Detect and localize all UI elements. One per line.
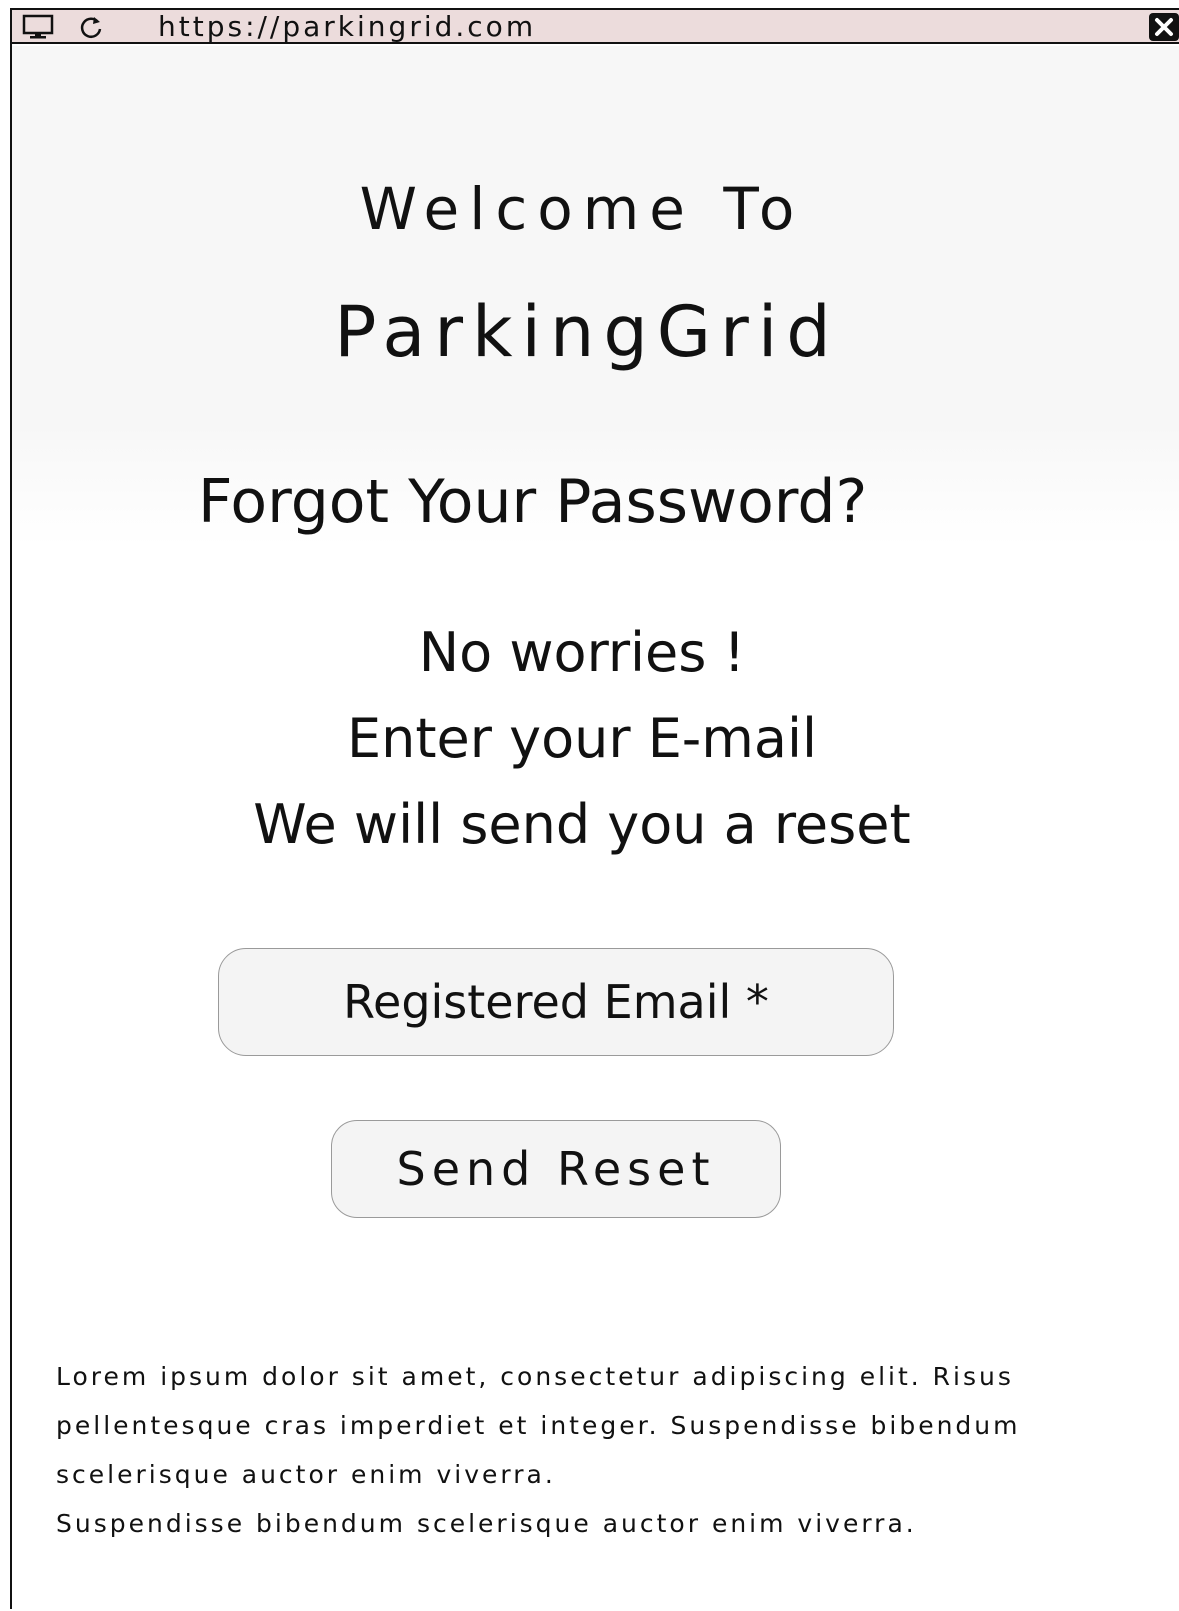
browser-window: https://parkingrid.com Welcome To Parkin… <box>10 8 1179 1611</box>
reload-icon[interactable] <box>76 14 110 40</box>
email-field[interactable] <box>218 948 894 1056</box>
browser-bar: https://parkingrid.com <box>12 10 1179 44</box>
brand-title: ParkingGrid <box>334 291 840 373</box>
footer-text: Lorem ipsum dolor sit amet, consectetur … <box>56 1352 1156 1548</box>
page-title: Forgot Your Password? <box>198 467 868 537</box>
message-line-2: Enter your E-mail <box>347 707 817 770</box>
message-line-1: No worries ! <box>418 621 746 684</box>
send-reset-button[interactable]: Send Reset <box>331 1120 781 1218</box>
close-button[interactable] <box>1149 13 1179 41</box>
monitor-icon[interactable] <box>22 14 56 40</box>
footer-paragraph: Lorem ipsum dolor sit amet, consectetur … <box>56 1362 1021 1489</box>
message-line-3: We will send you a reset <box>253 793 911 856</box>
welcome-heading: Welcome To <box>359 175 805 243</box>
footer-line: Suspendisse bibendum scelerisque auctor … <box>56 1509 917 1538</box>
page-content: Welcome To ParkingGrid Forgot Your Passw… <box>12 46 1179 1611</box>
url-text[interactable]: https://parkingrid.com <box>158 12 536 42</box>
close-icon <box>1155 18 1173 36</box>
